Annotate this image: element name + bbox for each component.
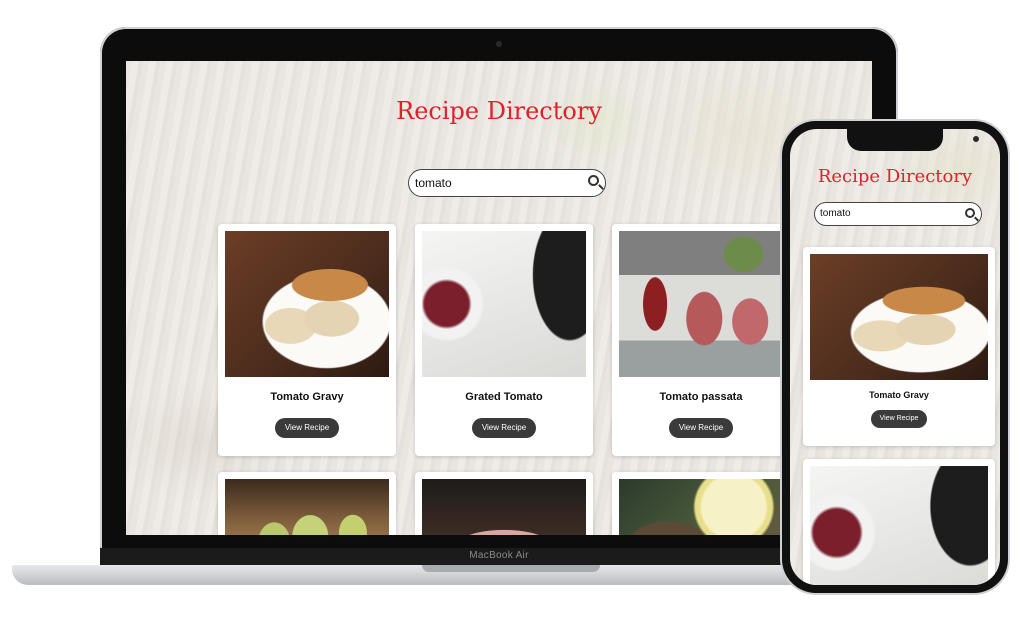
laptop-screen: Recipe Directory tomato Tomato Gravy Vie… [126,61,872,535]
laptop-brand-label: MacBook Air [469,550,529,561]
search-input[interactable]: tomato [408,169,606,197]
page-title: Recipe Directory [396,97,602,125]
phone-screen: Recipe Directory tomato Tomato Gravy Vie… [790,129,1000,585]
recipe-card[interactable] [218,472,396,535]
recipe-title: Tomato Gravy [869,390,929,400]
recipe-card[interactable] [415,472,593,535]
avocado-toast-photo [225,479,389,535]
recipe-card[interactable]: Grated Tomato View Recipe [415,224,593,456]
recipe-title: Tomato Gravy [270,391,344,403]
recipe-title: Grated Tomato [465,391,543,403]
laptop-opening-notch [422,565,600,572]
search-input-value: tomato [820,208,851,219]
recipe-card[interactable] [803,459,995,585]
view-recipe-button[interactable]: View Recipe [871,410,927,428]
recipe-card[interactable] [612,472,790,535]
grated-tomato-photo [422,231,586,377]
search-input[interactable]: tomato [814,202,982,226]
laptop-camera [496,41,502,47]
tomato-gravy-photo [810,254,988,380]
tomato-passata-photo [619,231,783,377]
laptop-device: Recipe Directory tomato Tomato Gravy Vie… [100,27,898,551]
view-recipe-button[interactable]: View Recipe [472,418,536,438]
phone-device: Recipe Directory tomato Tomato Gravy Vie… [782,121,1008,593]
search-icon[interactable] [965,208,975,218]
view-recipe-button[interactable]: View Recipe [275,418,339,438]
recipe-card[interactable]: Tomato passata View Recipe [612,224,790,456]
recipe-card[interactable]: Tomato Gravy View Recipe [218,224,396,456]
tomato-gravy-photo [225,231,389,377]
laptop-hinge: MacBook Air [100,548,898,566]
search-input-value: tomato [415,176,452,190]
page-title: Recipe Directory [817,166,973,187]
tomato-cocktail-photo [422,479,586,535]
phone-camera [973,136,979,142]
recipe-title: Tomato passata [659,391,743,403]
lemon-dish-photo [619,479,783,535]
recipe-card[interactable]: Tomato Gravy View Recipe [803,247,995,446]
grated-tomato-photo [810,466,988,585]
search-icon[interactable] [588,175,599,186]
phone-notch [847,129,979,151]
view-recipe-button[interactable]: View Recipe [669,418,733,438]
